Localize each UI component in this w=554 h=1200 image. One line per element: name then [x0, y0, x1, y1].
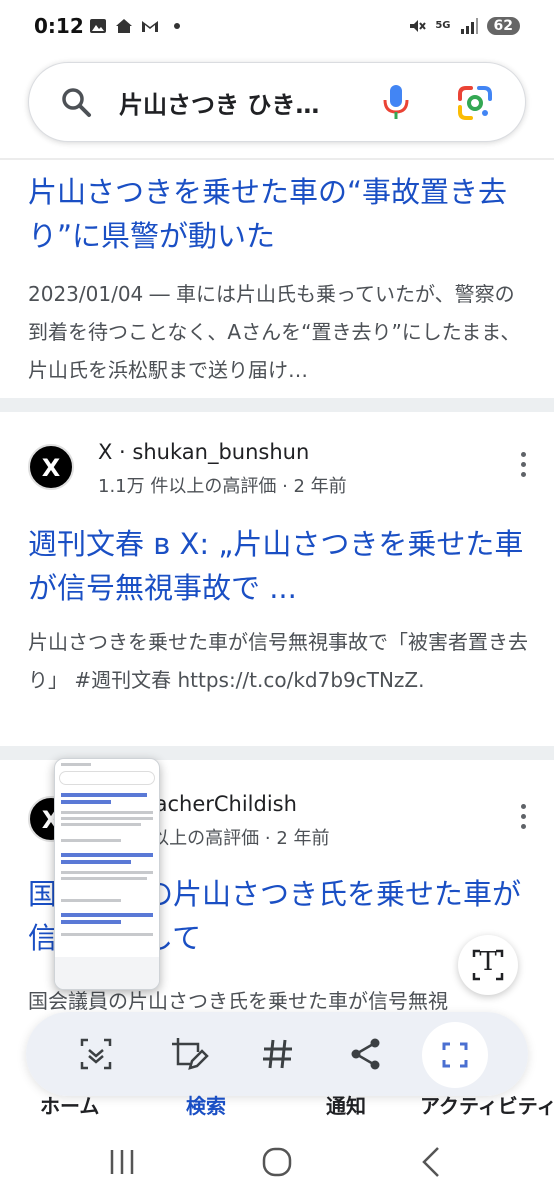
google-lens-icon[interactable] [457, 85, 493, 121]
result-snippet-2: 片山さつきを乗せた車が信号無視事故で「被害者置き去り」 #週刊文春 https:… [28, 630, 528, 692]
battery-level: 62 [486, 17, 520, 35]
text-scan-label: T [479, 947, 497, 977]
share-button[interactable] [342, 1030, 390, 1078]
status-bar: 0:12 5G 62 [0, 0, 554, 58]
result-site-name-2: X · shukan_bunshun [98, 440, 310, 464]
search-icon[interactable] [59, 85, 93, 119]
microphone-icon[interactable] [381, 83, 411, 121]
home-icon [116, 19, 132, 33]
network-type: 5G [435, 20, 451, 31]
more-notifications-dot [174, 23, 180, 29]
notification-icons [88, 16, 180, 36]
nav-home[interactable]: ホーム [40, 1094, 99, 1119]
result-title-2[interactable]: 週刊文春 в X: „片山さつきを乗せた車が信号無視事故で ... [28, 522, 528, 610]
crop-edit-icon [172, 1038, 209, 1070]
result-source-2[interactable]: X X · shukan_bunshun 1.1万 件以上の高評価 · 2 年前 [28, 440, 528, 504]
gallery-icon [90, 19, 106, 33]
search-box[interactable]: 片山さつき ひき… [28, 62, 526, 142]
result-snippet-1: 2023/01/04 ― 車には片山氏も乗っていたが、警察の到着を待つことなく、… [28, 282, 521, 382]
edit-button[interactable] [164, 1030, 212, 1078]
bottom-navigation: ホーム 検索 通知 アクティビティ [0, 1094, 554, 1122]
more-options-icon[interactable] [518, 804, 528, 832]
share-icon [351, 1038, 380, 1070]
back-icon[interactable] [412, 1142, 452, 1182]
hashtag-icon [263, 1039, 292, 1069]
system-navigation-bar [0, 1128, 554, 1200]
screenshot-thumbnail[interactable] [54, 758, 160, 990]
nav-search[interactable]: 検索 [186, 1094, 226, 1119]
nav-notifications[interactable]: 通知 [326, 1094, 366, 1119]
text-extract-button[interactable]: T [458, 935, 518, 995]
scroll-capture-button[interactable] [72, 1030, 120, 1078]
scroll-capture-icon [80, 1038, 112, 1070]
smart-select-button[interactable] [422, 1022, 488, 1088]
gmail-icon [142, 21, 158, 32]
result-title-1[interactable]: 片山さつきを乗せた車の“事故置き去り”に県警が動いた [28, 170, 528, 258]
result-meta-2: 1.1万 件以上の高評価 · 2 年前 [98, 476, 347, 497]
home-button-icon[interactable] [257, 1142, 297, 1182]
recent-apps-icon[interactable] [102, 1142, 142, 1182]
mute-icon [410, 20, 427, 32]
result-separator [0, 398, 554, 412]
tag-button[interactable] [254, 1030, 302, 1078]
search-query[interactable]: 片山さつき ひき… [119, 85, 349, 120]
system-icons: 5G 62 [407, 16, 520, 36]
x-logo-icon: X [28, 444, 74, 490]
signal-icon [460, 18, 478, 34]
header-divider [0, 158, 554, 160]
more-options-icon[interactable] [518, 452, 528, 480]
nav-activity[interactable]: アクティビティ [420, 1094, 554, 1119]
smart-select-icon [442, 1042, 468, 1068]
status-time: 0:12 [34, 14, 84, 38]
screenshot-toolbar [26, 1012, 528, 1096]
